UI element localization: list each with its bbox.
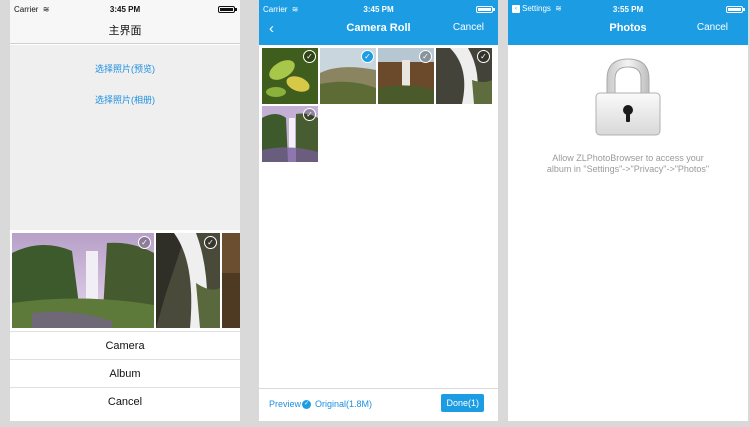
bottom-toolbar: Preview ✓ Original(1.8M) Done(1)	[259, 388, 498, 421]
photo-cell-hills[interactable]: ✓	[320, 48, 376, 104]
strip-photo-canyon[interactable]	[222, 233, 240, 328]
album-button[interactable]: Album	[10, 359, 240, 387]
select-photo-album-link[interactable]: 选择照片(相册)	[10, 93, 240, 106]
status-bar: Carrier ≋ 3:45 PM	[259, 0, 498, 18]
select-photo-preview-link[interactable]: 选择照片(预览)	[10, 62, 240, 75]
cancel-button[interactable]: Cancel	[453, 22, 484, 33]
nav-header: ‹ Settings ≋ 3:55 PM Photos Cancel	[508, 0, 748, 45]
selected-check-icon[interactable]: ✓	[361, 50, 374, 63]
battery-icon	[218, 6, 237, 13]
select-check-icon[interactable]: ✓	[303, 50, 316, 63]
page-title: 主界面	[108, 25, 142, 37]
select-check-icon[interactable]: ✓	[419, 50, 432, 63]
check-circle-icon: ✓	[302, 400, 312, 410]
battery-icon	[726, 6, 745, 13]
select-check-icon[interactable]: ✓	[138, 236, 151, 249]
photo-cell-canyon[interactable]: ✓	[378, 48, 434, 104]
select-check-icon[interactable]: ✓	[303, 108, 316, 121]
cancel-button[interactable]: Cancel	[697, 22, 728, 33]
status-bar: Carrier ≋ 3:45 PM	[10, 0, 240, 18]
photo-cell-waterfall-bw[interactable]: ✓	[436, 48, 492, 104]
photo-strip[interactable]: ✓ ✓	[10, 230, 240, 330]
strip-photo-waterfall-bw[interactable]: ✓	[156, 233, 220, 328]
done-button[interactable]: Done(1)	[441, 394, 484, 412]
nav-bar: 主界面	[10, 18, 240, 44]
main-content: 选择照片(预览) 选择照片(相册)	[10, 45, 240, 230]
preview-label: Preview	[269, 399, 302, 409]
strip-photo-waterfall-purple[interactable]: ✓	[12, 233, 154, 328]
status-bar: ‹ Settings ≋ 3:55 PM	[508, 0, 748, 18]
photo-cell-waterfall-purple[interactable]: ✓	[262, 106, 318, 162]
nav-header: Carrier ≋ 3:45 PM ‹ Camera Roll Cancel	[259, 0, 498, 45]
permission-message: Allow ZLPhotoBrowser to access your albu…	[508, 153, 748, 175]
photo-cell-leaves[interactable]: ✓	[262, 48, 318, 104]
canyon-image	[222, 233, 240, 328]
select-check-icon[interactable]: ✓	[204, 236, 217, 249]
permission-message-line1: Allow ZLPhotoBrowser to access your	[552, 153, 704, 163]
photos-permission-screen: ‹ Settings ≋ 3:55 PM Photos Cancel Allow …	[508, 0, 748, 421]
status-time: 3:45 PM	[363, 5, 394, 14]
camera-roll-screen: Carrier ≋ 3:45 PM ‹ Camera Roll Cancel ✓…	[259, 0, 498, 421]
original-toggle[interactable]: Original(1.8M)	[315, 399, 372, 409]
waterfall-purple-image	[12, 233, 154, 328]
main-screen: Carrier ≋ 3:45 PM 主界面 选择照片(预览) 选择照片(相册)	[10, 0, 240, 421]
battery-icon	[476, 6, 495, 13]
camera-button[interactable]: Camera	[10, 331, 240, 359]
permission-message-line2: album in "Settings"->"Privacy"->"Photos"	[546, 164, 710, 174]
status-time: 3:45 PM	[109, 5, 141, 14]
preview-button[interactable]: Preview ✓	[269, 399, 312, 410]
cancel-button[interactable]: Cancel	[10, 387, 240, 415]
padlock-icon	[595, 58, 661, 136]
status-time: 3:55 PM	[612, 5, 644, 14]
select-check-icon[interactable]: ✓	[477, 50, 490, 63]
